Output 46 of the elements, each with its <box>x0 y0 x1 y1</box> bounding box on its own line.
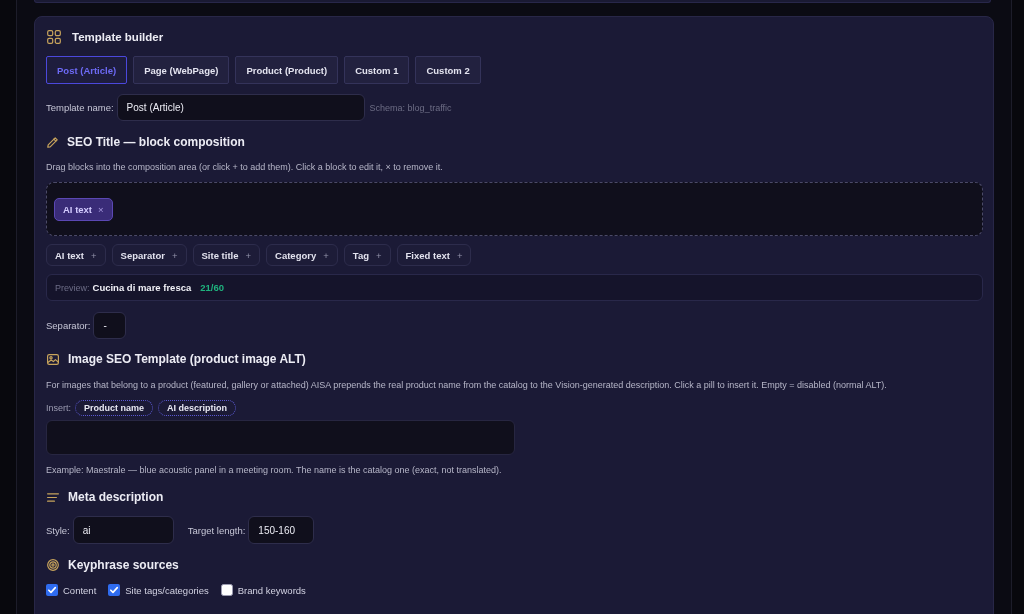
checkbox-label: Brand keywords <box>237 584 306 596</box>
section-heading: SEO Title — block composition <box>67 135 245 149</box>
character-count: 21/60 <box>200 282 225 293</box>
field-label: Template name: <box>46 102 114 113</box>
tab[interactable]: Page (WebPage) <box>133 56 230 84</box>
add-block-button[interactable]: AI text + <box>46 244 106 266</box>
block-chip[interactable]: AI text × <box>54 197 113 221</box>
tab[interactable]: Post (Article) <box>46 56 128 84</box>
add-block-button[interactable]: Site title + <box>192 244 261 266</box>
lines-icon <box>47 492 59 502</box>
target-length-field[interactable]: 150-160 <box>248 516 315 544</box>
pencil-icon <box>47 136 58 148</box>
checkbox-label: Content <box>63 584 97 596</box>
field-label: Separator: <box>46 320 91 331</box>
tab[interactable]: Product (Product) <box>235 56 339 84</box>
section-heading: Meta description <box>68 490 164 504</box>
field-label: Target length: <box>187 524 246 536</box>
template-name-field[interactable]: Post (Article) <box>116 94 365 121</box>
schema-label: Schema: blog_traffic <box>369 102 452 113</box>
insert-label: Insert: <box>46 403 71 413</box>
preview-label: Preview: <box>55 282 90 293</box>
help-text: For images that belong to a product (featured, gallery or attached) AISA prepends the real product name from the catalog to the Vision-generated description. Click a pill to insert it. Empty = disabled (normal ALT). <box>46 379 887 391</box>
add-block-button[interactable]: Fixed text + <box>396 244 472 266</box>
example-text: Example: Maestrale — blue acoustic panel in a meeting room. The name is the catalog one (exact, not translated). <box>46 464 502 476</box>
add-block-button[interactable]: Category + <box>266 244 338 266</box>
tab[interactable]: Custom 1 <box>344 56 410 84</box>
separator-field[interactable]: - <box>93 312 127 339</box>
checkbox[interactable] <box>108 584 121 596</box>
checkbox[interactable] <box>46 584 58 596</box>
checkbox[interactable] <box>220 584 233 596</box>
preview-text: Cucina di mare fresca <box>92 282 192 293</box>
section-heading: Image SEO Template (product image ALT) <box>68 352 306 366</box>
tab[interactable]: Custom 2 <box>415 56 481 84</box>
add-block-button[interactable]: Separator + <box>111 244 187 266</box>
add-block-button[interactable]: Tag + <box>343 244 391 266</box>
composition-area[interactable]: AI text × <box>46 182 983 236</box>
section-heading: Template builder <box>72 30 164 44</box>
style-field[interactable]: ai <box>72 516 174 544</box>
field-label: Style: <box>46 524 70 536</box>
target-icon <box>47 559 59 571</box>
grid-icon <box>47 30 61 44</box>
image-icon <box>47 353 59 365</box>
section-heading: Keyphrase sources <box>68 558 179 572</box>
help-text: Drag blocks into the composition area (or click + to add them). Click a block to edit it, × to remove it. <box>46 161 443 173</box>
alt-template-field[interactable] <box>46 420 515 455</box>
checkbox-label: Site tags/categories <box>125 584 209 596</box>
